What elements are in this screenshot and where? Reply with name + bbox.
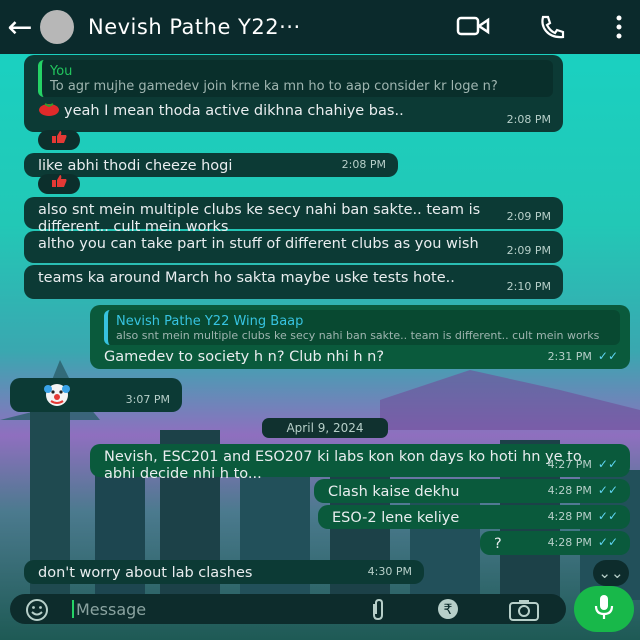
message-bubble-incoming[interactable]: like abhi thodi cheeze hogi 2:08 PM — [24, 153, 398, 177]
quoted-message[interactable]: Nevish Pathe Y22 Wing Baap also snt mein… — [104, 310, 620, 345]
tomato-emoji-icon — [38, 101, 64, 122]
message-text: like abhi thodi cheeze hogi — [38, 158, 233, 174]
more-options-icon[interactable] — [616, 14, 622, 44]
message-time: 4:28 PM ✓✓ — [547, 509, 618, 523]
message-bubble-outgoing[interactable]: Nevish Pathe Y22 Wing Baap also snt mein… — [90, 305, 630, 369]
date-divider: April 9, 2024 — [262, 418, 388, 438]
avatar[interactable] — [40, 10, 74, 44]
quote-text: To agr mujhe gamedev join krne ka mn ho … — [50, 79, 498, 94]
attach-icon[interactable] — [366, 598, 390, 626]
scroll-down-icon[interactable]: ⌄⌄ — [593, 560, 629, 586]
mic-button[interactable] — [574, 586, 634, 632]
message-bubble-outgoing[interactable]: ESO-2 lene keliye 4:28 PM ✓✓ — [318, 505, 630, 529]
message-text: Nevish, ESC201 and ESO207 ki labs kon ko… — [104, 449, 582, 482]
read-ticks-icon: ✓✓ — [597, 457, 618, 471]
quote-author: Nevish Pathe Y22 Wing Baap — [116, 314, 304, 329]
emoji-icon[interactable] — [24, 597, 50, 627]
message-bubble-outgoing[interactable]: Clash kaise dekhu 4:28 PM ✓✓ — [314, 479, 630, 503]
read-ticks-icon: ✓✓ — [597, 349, 618, 363]
message-time: 4:30 PM — [367, 565, 412, 578]
message-text: ? — [494, 536, 502, 552]
read-ticks-icon: ✓✓ — [597, 483, 618, 497]
message-time: 2:10 PM — [506, 280, 551, 293]
message-time: 2:09 PM — [506, 210, 551, 223]
camera-icon[interactable] — [508, 598, 540, 626]
phone-icon[interactable] — [538, 14, 566, 44]
message-time: 4:28 PM ✓✓ — [547, 535, 618, 549]
read-ticks-icon: ✓✓ — [597, 509, 618, 523]
thumbs-up-reaction[interactable] — [38, 174, 80, 194]
message-bubble-incoming[interactable]: teams ka around March ho sakta maybe usk… — [24, 265, 563, 299]
quoted-message[interactable]: You To agr mujhe gamedev join krne ka mn… — [38, 60, 553, 97]
message-text: Clash kaise dekhu — [328, 484, 460, 500]
message-text: yeah I mean thoda active dikhna chahiye … — [64, 103, 404, 119]
svg-text:₹: ₹ — [444, 602, 453, 618]
back-arrow-icon[interactable]: ← — [0, 10, 40, 45]
message-text: Gamedev to society h n? Club nhi h n? — [104, 349, 385, 365]
message-text: teams ka around March ho sakta maybe usk… — [38, 270, 455, 286]
message-bubble-incoming[interactable]: You To agr mujhe gamedev join krne ka mn… — [24, 55, 563, 132]
text-cursor — [72, 600, 74, 618]
message-time: 2:09 PM — [506, 244, 551, 257]
chat-header: ← Nevish Pathe Y22··· — [0, 0, 640, 54]
quote-author: You — [50, 64, 73, 79]
message-bubble-incoming[interactable]: don't worry about lab clashes 4:30 PM — [24, 560, 424, 584]
message-time: 2:08 PM — [341, 158, 386, 171]
message-bubble-outgoing[interactable]: Nevish, ESC201 and ESO207 ki labs kon ko… — [90, 444, 630, 482]
contact-name[interactable]: Nevish Pathe Y22··· — [88, 15, 378, 39]
message-bubble-outgoing[interactable]: ? 4:28 PM ✓✓ — [480, 531, 630, 555]
read-ticks-icon: ✓✓ — [597, 535, 618, 549]
message-bubble-incoming[interactable]: altho you can take part in stuff of diff… — [24, 231, 563, 263]
message-bubble-incoming[interactable]: 3:07 PM — [10, 378, 182, 412]
rupee-icon[interactable]: ₹ — [436, 597, 460, 625]
message-input[interactable]: Message — [76, 600, 146, 619]
clown-sticker-icon — [42, 380, 72, 415]
message-time: 2:08 PM — [506, 113, 551, 126]
quote-text: also snt mein multiple clubs ke secy nah… — [116, 329, 600, 342]
video-call-icon[interactable] — [456, 14, 490, 42]
message-time: 2:31 PM ✓✓ — [547, 349, 618, 363]
message-time: 4:27 PM ✓✓ — [547, 457, 618, 471]
mic-icon — [593, 593, 615, 625]
message-text: don't worry about lab clashes — [38, 565, 253, 581]
message-time: 3:07 PM — [125, 393, 170, 406]
thumbs-up-reaction[interactable] — [38, 130, 80, 150]
message-bubble-incoming[interactable]: also snt mein multiple clubs ke secy nah… — [24, 197, 563, 235]
message-text: altho you can take part in stuff of diff… — [38, 236, 479, 252]
message-text: ESO-2 lene keliye — [332, 510, 460, 526]
message-time: 4:28 PM ✓✓ — [547, 483, 618, 497]
